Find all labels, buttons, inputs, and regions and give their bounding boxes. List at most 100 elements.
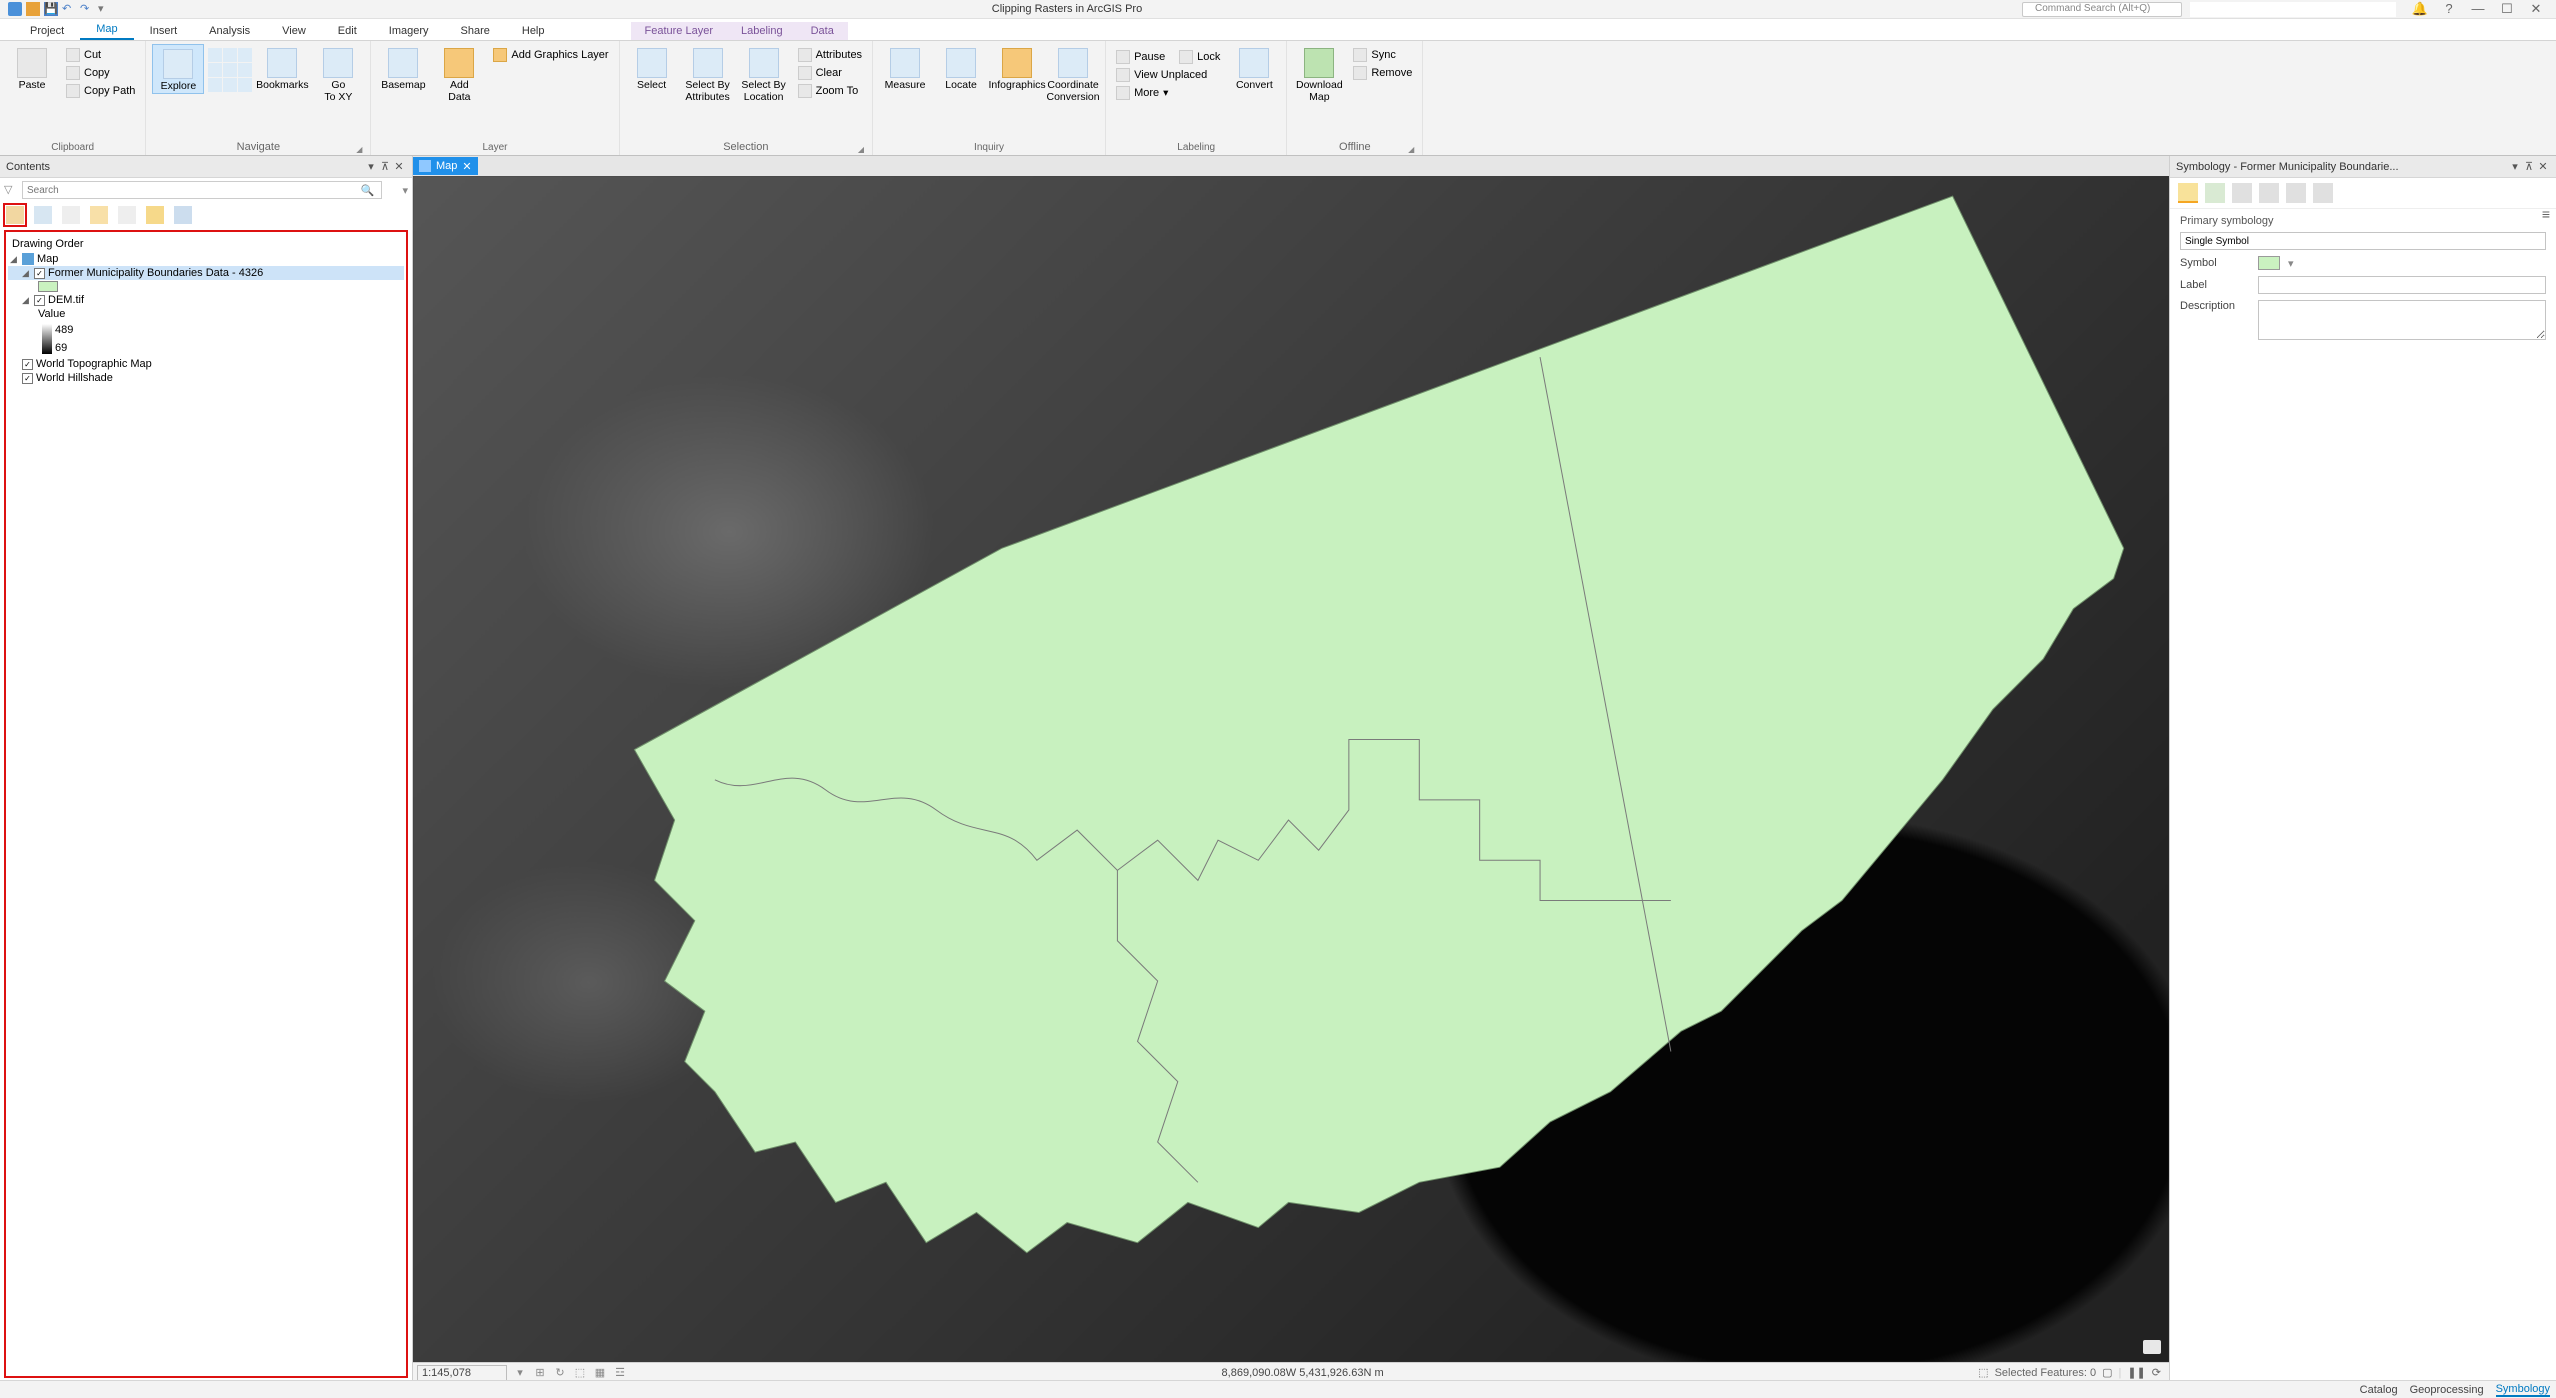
tab-edit[interactable]: Edit [322,22,373,40]
primary-symbology-tab-icon[interactable] [2178,183,2198,203]
advanced-tab-icon[interactable] [2259,183,2279,203]
tab-insert[interactable]: Insert [134,22,194,40]
dynamic-icon[interactable]: ☲ [613,1366,627,1380]
description-input[interactable] [2258,300,2546,340]
save-icon[interactable]: 💾 [44,2,58,16]
copy-button[interactable]: Copy [62,65,139,81]
symbology-close-icon[interactable]: ✕ [2536,160,2550,173]
tab-analysis[interactable]: Analysis [193,22,266,40]
grid-icon[interactable]: ▦ [593,1366,607,1380]
snap-icon[interactable]: ⬚ [573,1366,587,1380]
caret-icon[interactable]: ◢ [22,295,31,306]
tab-project[interactable]: Project [14,22,80,40]
filter-icon[interactable]: ▽ [4,183,18,197]
checkbox-topo[interactable]: ✓ [22,359,33,370]
copy-path-button[interactable]: Copy Path [62,83,139,99]
pause-labels-button[interactable]: Pause Lock [1112,49,1224,65]
list-by-labeling-icon[interactable] [146,206,164,224]
notifications-icon[interactable]: 🔔 [2410,1,2430,17]
tab-feature-layer[interactable]: Feature Layer [631,22,727,40]
tab-labeling[interactable]: Labeling [727,22,797,40]
offline-dialog-launcher[interactable]: ◢ [1408,145,1414,154]
convert-labels-button[interactable]: Convert [1228,44,1280,92]
symbol-dropdown-icon[interactable]: ▾ [2288,257,2294,270]
attributes-button[interactable]: Attributes [794,47,866,63]
rotation-icon[interactable]: ↻ [553,1366,567,1380]
primary-symbology-select[interactable] [2180,232,2546,250]
list-by-editing-icon[interactable] [90,206,108,224]
contents-close-icon[interactable]: ✕ [392,160,406,173]
infographics-button[interactable]: Infographics [991,44,1043,92]
scale-dropdown-icon[interactable]: ▾ [513,1366,527,1380]
tab-imagery[interactable]: Imagery [373,22,445,40]
select-by-attributes-button[interactable]: Select By Attributes [682,44,734,103]
symbol-swatch[interactable] [2258,256,2280,270]
basemap-button[interactable]: Basemap [377,44,429,92]
cut-button[interactable]: Cut [62,47,139,63]
sync-button[interactable]: Sync [1349,47,1416,63]
navigate-dialog-launcher[interactable]: ◢ [356,145,362,154]
coordinate-conversion-button[interactable]: Coordinate Conversion [1047,44,1099,103]
maximize-icon[interactable]: ☐ [2497,1,2517,17]
locate-button[interactable]: Locate [935,44,987,92]
minimize-icon[interactable]: — [2468,1,2488,17]
undo-icon[interactable]: ↶ [62,2,76,16]
explore-button[interactable]: Explore [152,44,204,94]
layer-dem[interactable]: ◢ ✓ DEM.tif [8,293,404,307]
display-tab-icon[interactable] [2313,183,2333,203]
goto-xy-button[interactable]: Go To XY [312,44,364,103]
scale-input[interactable]: 1:145,078 [417,1365,507,1381]
measure-button[interactable]: Measure [879,44,931,92]
layer-boundaries[interactable]: ◢ ✓ Former Municipality Boundaries Data … [8,266,404,280]
footer-tab-catalog[interactable]: Catalog [2360,1384,2398,1396]
contents-pin-icon[interactable]: ⊼ [378,160,392,173]
search-icon[interactable]: 🔍 [360,184,372,197]
symbology-menu-icon[interactable]: ≡ [2542,206,2550,222]
list-by-data-source-icon[interactable] [34,206,52,224]
list-by-snapping-icon[interactable] [118,206,136,224]
paste-button[interactable]: Paste [6,44,58,92]
download-map-button[interactable]: Download Map [1293,44,1345,103]
symbol-patch-boundaries[interactable] [8,280,404,293]
map-tab-close-icon[interactable]: ✕ [462,160,471,173]
caret-icon[interactable]: ◢ [10,254,19,265]
nav-direction-pad[interactable] [208,44,252,92]
map-view-tab[interactable]: Map ✕ [413,157,478,175]
add-graphics-layer-button[interactable]: Add Graphics Layer [489,47,612,63]
contents-search-input[interactable] [22,181,382,199]
caret-icon[interactable]: ◢ [22,268,31,279]
qat-customize-icon[interactable]: ▾ [98,2,112,16]
footer-tab-symbology[interactable]: Symbology [2496,1383,2550,1397]
list-by-drawing-order-icon[interactable] [6,206,24,224]
contents-dropdown-icon[interactable]: ▾ [364,160,378,173]
search-options-icon[interactable]: ▾ [402,184,408,197]
filter-tab-icon[interactable] [2286,183,2306,203]
remove-offline-button[interactable]: Remove [1349,65,1416,81]
tab-map[interactable]: Map [80,20,133,40]
vary-by-attribute-tab-icon[interactable] [2205,183,2225,203]
list-by-perceptual-icon[interactable] [174,206,192,224]
open-project-icon[interactable] [26,2,40,16]
redo-icon[interactable]: ↷ [80,2,94,16]
pause-drawing-icon[interactable]: ❚❚ [2127,1366,2145,1379]
labeling-more-button[interactable]: More ▾ [1112,85,1224,101]
map-canvas[interactable] [413,176,2169,1362]
layer-hillshade[interactable]: ✓ World Hillshade [8,371,404,385]
refresh-icon[interactable]: ⟳ [2152,1366,2161,1379]
command-search-input[interactable]: Command Search (Alt+Q) [2022,2,2182,17]
selection-dialog-launcher[interactable]: ◢ [858,145,864,154]
select-by-location-button[interactable]: Select By Location [738,44,790,103]
bookmarks-button[interactable]: Bookmarks [256,44,308,92]
clear-selection-button[interactable]: Clear [794,65,866,81]
help-icon[interactable]: ? [2439,1,2459,17]
checkbox-hillshade[interactable]: ✓ [22,373,33,384]
footer-tab-geoprocessing[interactable]: Geoprocessing [2410,1384,2484,1396]
view-unplaced-button[interactable]: View Unplaced [1112,67,1224,83]
zoom-to-selection-button[interactable]: Zoom To [794,83,866,99]
tab-data[interactable]: Data [797,22,848,40]
symbol-layer-tab-icon[interactable] [2232,183,2252,203]
tab-share[interactable]: Share [445,22,506,40]
map-node[interactable]: ◢ Map [8,252,404,266]
select-button[interactable]: Select [626,44,678,92]
close-window-icon[interactable]: ✕ [2526,1,2546,17]
